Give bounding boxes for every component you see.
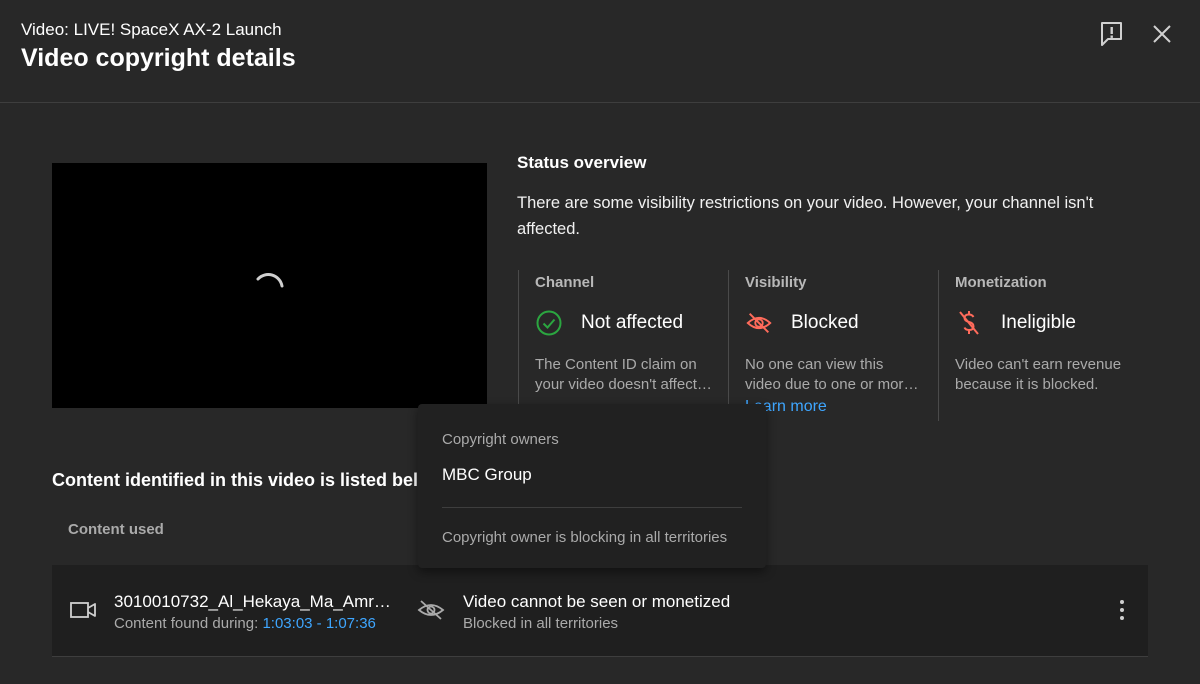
feedback-button[interactable]: [1097, 19, 1127, 49]
content-found-during: Content found during: 1:03:03 - 1:07:36: [114, 615, 376, 632]
channel-label: Channel: [535, 274, 595, 291]
status-description: There are some visibility restrictions o…: [517, 194, 1094, 238]
monetization-value: Ineligible: [1001, 312, 1076, 333]
visibility-description: No one can view this video due to one or…: [745, 356, 925, 417]
visibility-value: Blocked: [791, 312, 859, 333]
status-channel: Channel Not affected The Content ID clai…: [518, 270, 728, 421]
monetization-description: Video can't earn revenue because it is b…: [955, 356, 1122, 393]
status-overview-title: Status overview: [517, 153, 647, 172]
status-monetization: Monetization Ineligible Video can't earn…: [938, 270, 1148, 421]
monetization-label: Monetization: [955, 274, 1047, 291]
visibility-label: Visibility: [745, 274, 807, 291]
content-heading: Content identified in this video is list…: [52, 470, 444, 490]
dialog-header: Video: LIVE! SpaceX AX-2 Launch Video co…: [0, 0, 1200, 103]
table-row[interactable]: 3010010732_Al_Hekaya_Ma_Amr_Adib Content…: [52, 565, 1148, 657]
popup-divider: [442, 507, 742, 508]
timestamp-link[interactable]: 1:03:03 - 1:07:36: [262, 615, 375, 632]
column-header-content-used: Content used: [68, 521, 164, 538]
check-circle-icon: [535, 309, 563, 337]
status-visibility: Visibility Blocked No one can view this …: [728, 270, 938, 421]
learn-more-link[interactable]: Learn more: [745, 397, 925, 417]
loading-spinner-icon: [256, 273, 284, 288]
no-dollar-icon: [955, 309, 983, 337]
close-icon: [1153, 25, 1171, 43]
copyright-owner-name: MBC Group: [442, 465, 532, 484]
popup-label: Copyright owners: [442, 431, 559, 448]
popup-note: Copyright owner is blocking in all terri…: [442, 529, 728, 546]
video-label: Video: LIVE! SpaceX AX-2 Launch: [21, 20, 282, 39]
copyright-owners-tooltip: Copyright owners MBC Group Copyright own…: [418, 404, 766, 568]
close-button[interactable]: [1147, 19, 1177, 49]
content-name: 3010010732_Al_Hekaya_Ma_Amr_Adib: [114, 592, 398, 611]
eye-off-icon: [417, 600, 445, 620]
dialog-title: Video copyright details: [21, 44, 296, 72]
content-status: Video cannot be seen or monetized: [463, 592, 731, 611]
content-status-sub: Blocked in all territories: [463, 615, 619, 632]
channel-value: Not affected: [581, 312, 684, 333]
feedback-flag-icon: [1101, 22, 1122, 46]
eye-off-icon: [745, 309, 773, 337]
more-vert-icon[interactable]: [1110, 598, 1134, 622]
video-camera-icon: [70, 602, 96, 618]
channel-description: The Content ID claim on your video doesn…: [535, 356, 715, 393]
